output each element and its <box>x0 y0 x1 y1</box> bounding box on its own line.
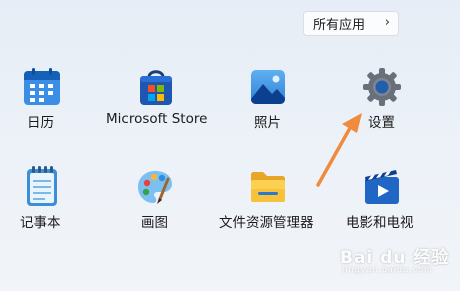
baidu-watermark: Bai du 经验 jingyan.baidu.com <box>340 243 449 274</box>
watermark-subtext: jingyan.baidu.com <box>342 265 433 274</box>
